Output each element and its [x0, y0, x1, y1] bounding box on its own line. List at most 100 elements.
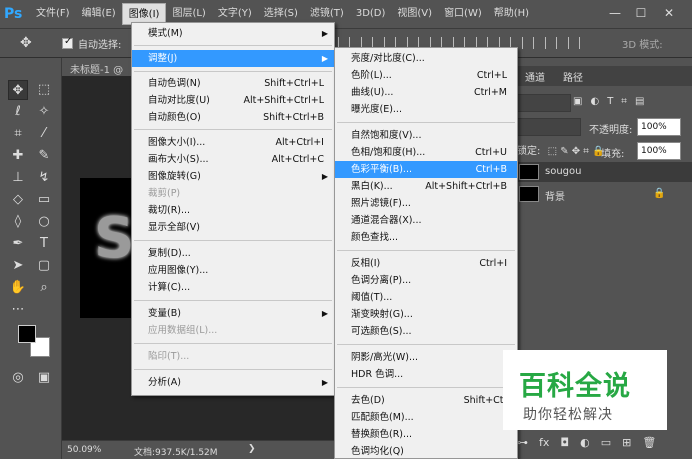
align-icon[interactable] [522, 37, 534, 49]
menu-curves[interactable]: 曲线(U)... Ctrl+M [335, 84, 517, 101]
lasso-icon[interactable]: ℓ [8, 102, 28, 122]
menu-image-rotation[interactable]: 图像旋转(G) ▶ [132, 168, 334, 185]
pen-icon[interactable]: ✒ [8, 234, 28, 254]
move-icon[interactable]: ✥ [8, 80, 28, 100]
menu-equalize[interactable]: 色调均化(Q) [335, 443, 517, 458]
more-tools-icon[interactable]: ⋯ [8, 300, 28, 320]
menu-photo-filter[interactable]: 照片滤镜(F)... [335, 195, 517, 212]
minimize-button[interactable]: — [604, 4, 626, 22]
menu-hue-saturation[interactable]: 色相/饱和度(H)... Ctrl+U [335, 144, 517, 161]
smart-filter-icon[interactable]: ▤ [635, 96, 644, 107]
lock-icon: 🔒 [653, 188, 666, 199]
blur-icon[interactable]: ◊ [8, 212, 28, 232]
menu-exposure[interactable]: 曝光度(E)... [335, 101, 517, 118]
type-filter-icon[interactable]: T [607, 96, 613, 107]
menu-desaturate[interactable]: 去色(D)Shift+Ctrl+U [335, 392, 517, 409]
layer-row[interactable]: sougou [513, 162, 692, 182]
menu-reveal-all[interactable]: 显示全部(V) [132, 219, 334, 236]
hand-icon[interactable]: ✋ [8, 278, 28, 298]
close-button[interactable]: ✕ [658, 4, 680, 22]
document-tab[interactable]: 未标题-1 @ [62, 58, 142, 76]
type-icon[interactable]: T [34, 234, 54, 254]
shape-icon[interactable]: ▢ [34, 256, 54, 276]
menu-invert[interactable]: 反相(I) Ctrl+I [335, 255, 517, 272]
stamp-icon[interactable]: ⊥ [8, 168, 28, 188]
menu-window[interactable]: 窗口(W) [438, 3, 488, 25]
menu-match-color[interactable]: 匹配颜色(M)... [335, 409, 517, 426]
opacity-input[interactable]: 100% [637, 118, 681, 136]
menu-color-lookup[interactable]: 颜色查找... [335, 229, 517, 246]
menu-shadows-highlights[interactable]: 阴影/高光(W)... [335, 349, 517, 366]
menu-replace-color[interactable]: 替换颜色(R)... [335, 426, 517, 443]
foreground-color-swatch[interactable] [18, 325, 36, 343]
menu-color-balance[interactable]: 色彩平衡(B)... Ctrl+B [335, 161, 517, 178]
menu-calculations[interactable]: 计算(C)... [132, 279, 334, 296]
eraser-icon[interactable]: ◇ [8, 190, 28, 210]
fill-input[interactable]: 100% [637, 142, 681, 160]
menu-apply-image[interactable]: 应用图像(Y)... [132, 262, 334, 279]
auto-select-checkbox[interactable] [62, 36, 73, 49]
menu-auto-contrast[interactable]: 自动对比度(U) Alt+Shift+Ctrl+L [132, 92, 334, 109]
menu-threshold[interactable]: 阈值(T)... [335, 289, 517, 306]
menu-black-white[interactable]: 黑白(K)... Alt+Shift+Ctrl+B [335, 178, 517, 195]
magic-wand-icon[interactable]: ✧ [34, 102, 54, 122]
marquee-icon[interactable]: ⬚ [34, 80, 54, 100]
menu-auto-color[interactable]: 自动颜色(O) Shift+Ctrl+B [132, 109, 334, 126]
crop-icon[interactable]: ⌗ [8, 124, 28, 144]
menu-posterize[interactable]: 色调分离(P)... [335, 272, 517, 289]
blend-mode-select[interactable] [517, 118, 581, 136]
zoom-level[interactable]: 50.09% [67, 445, 101, 455]
menu-view[interactable]: 视图(V) [391, 3, 438, 25]
maximize-button[interactable]: ☐ [630, 4, 652, 22]
tab-channels[interactable]: 通道 [525, 69, 545, 84]
menu-analysis[interactable]: 分析(A) ▶ [132, 374, 334, 391]
adjust-filter-icon[interactable]: ◐ [590, 96, 599, 107]
move-tool-icon[interactable]: ✥ [20, 35, 32, 51]
menu-image-size[interactable]: 图像大小(I)... Alt+Ctrl+I [132, 134, 334, 151]
menu-selective-color[interactable]: 可选颜色(S)... [335, 323, 517, 340]
healing-icon[interactable]: ✚ [8, 146, 28, 166]
menu-levels[interactable]: 色阶(L)... Ctrl+L [335, 67, 517, 84]
dodge-icon[interactable]: ○ [34, 212, 54, 232]
menu-channel-mixer[interactable]: 通道混合器(X)... [335, 212, 517, 229]
menu-trim[interactable]: 裁切(R)... [132, 202, 334, 219]
group-icon[interactable]: ▭ [601, 436, 611, 449]
tab-paths[interactable]: 路径 [563, 69, 583, 84]
menu-3d[interactable]: 3D(D) [350, 3, 392, 25]
quick-mask-icon[interactable]: ◎ [8, 368, 28, 388]
menu-auto-tone[interactable]: 自动色调(N) Shift+Ctrl+L [132, 75, 334, 92]
layer-row[interactable]: 背景 🔒 [513, 184, 692, 204]
menu-hdr-toning[interactable]: HDR 色调... [335, 366, 517, 383]
layer-filter-select[interactable] [517, 94, 571, 112]
path-select-icon[interactable]: ➤ [8, 256, 28, 276]
fx-icon[interactable]: fx [539, 436, 549, 449]
image-filter-icon[interactable]: ▣ [573, 96, 582, 107]
menu-gradient-map[interactable]: 渐变映射(G)... [335, 306, 517, 323]
menu-adjustments[interactable]: 调整(J) ▶ [132, 50, 334, 67]
screen-mode-icon[interactable]: ▣ [34, 368, 54, 388]
menu-edit[interactable]: 编辑(E) [76, 3, 122, 25]
adjustment-icon[interactable]: ◐ [580, 436, 590, 449]
menu-vibrance[interactable]: 自然饱和度(V)... [335, 127, 517, 144]
menu-duplicate[interactable]: 复制(D)... [132, 245, 334, 262]
link-icon[interactable]: ⊶ [517, 436, 528, 449]
delete-icon[interactable]: 🗑 [642, 436, 656, 449]
lock-icons[interactable]: ⬚ ✎ ✥ ⌗ 🔒 [548, 146, 605, 157]
align-icon[interactable] [568, 37, 580, 49]
mask-icon[interactable]: ◘ [560, 436, 569, 449]
gradient-icon[interactable]: ▭ [34, 190, 54, 210]
zoom-icon[interactable]: ⌕ [34, 278, 54, 298]
menu-mode[interactable]: 模式(M) ▶ [132, 25, 334, 42]
menu-variables[interactable]: 变量(B) ▶ [132, 305, 334, 322]
menu-brightness-contrast[interactable]: 亮度/对比度(C)... [335, 50, 517, 67]
menu-help[interactable]: 帮助(H) [488, 3, 535, 25]
history-brush-icon[interactable]: ↯ [34, 168, 54, 188]
menu-canvas-size[interactable]: 画布大小(S)... Alt+Ctrl+C [132, 151, 334, 168]
status-menu-icon[interactable]: ❯ [248, 444, 256, 454]
shape-filter-icon[interactable]: ⌗ [621, 96, 627, 107]
menu-file[interactable]: 文件(F) [30, 3, 76, 25]
brush-icon[interactable]: ✎ [34, 146, 54, 166]
new-layer-icon[interactable]: ⊞ [622, 436, 631, 449]
eyedropper-icon[interactable]: ⁄ [34, 124, 54, 144]
align-icon[interactable] [545, 37, 557, 49]
